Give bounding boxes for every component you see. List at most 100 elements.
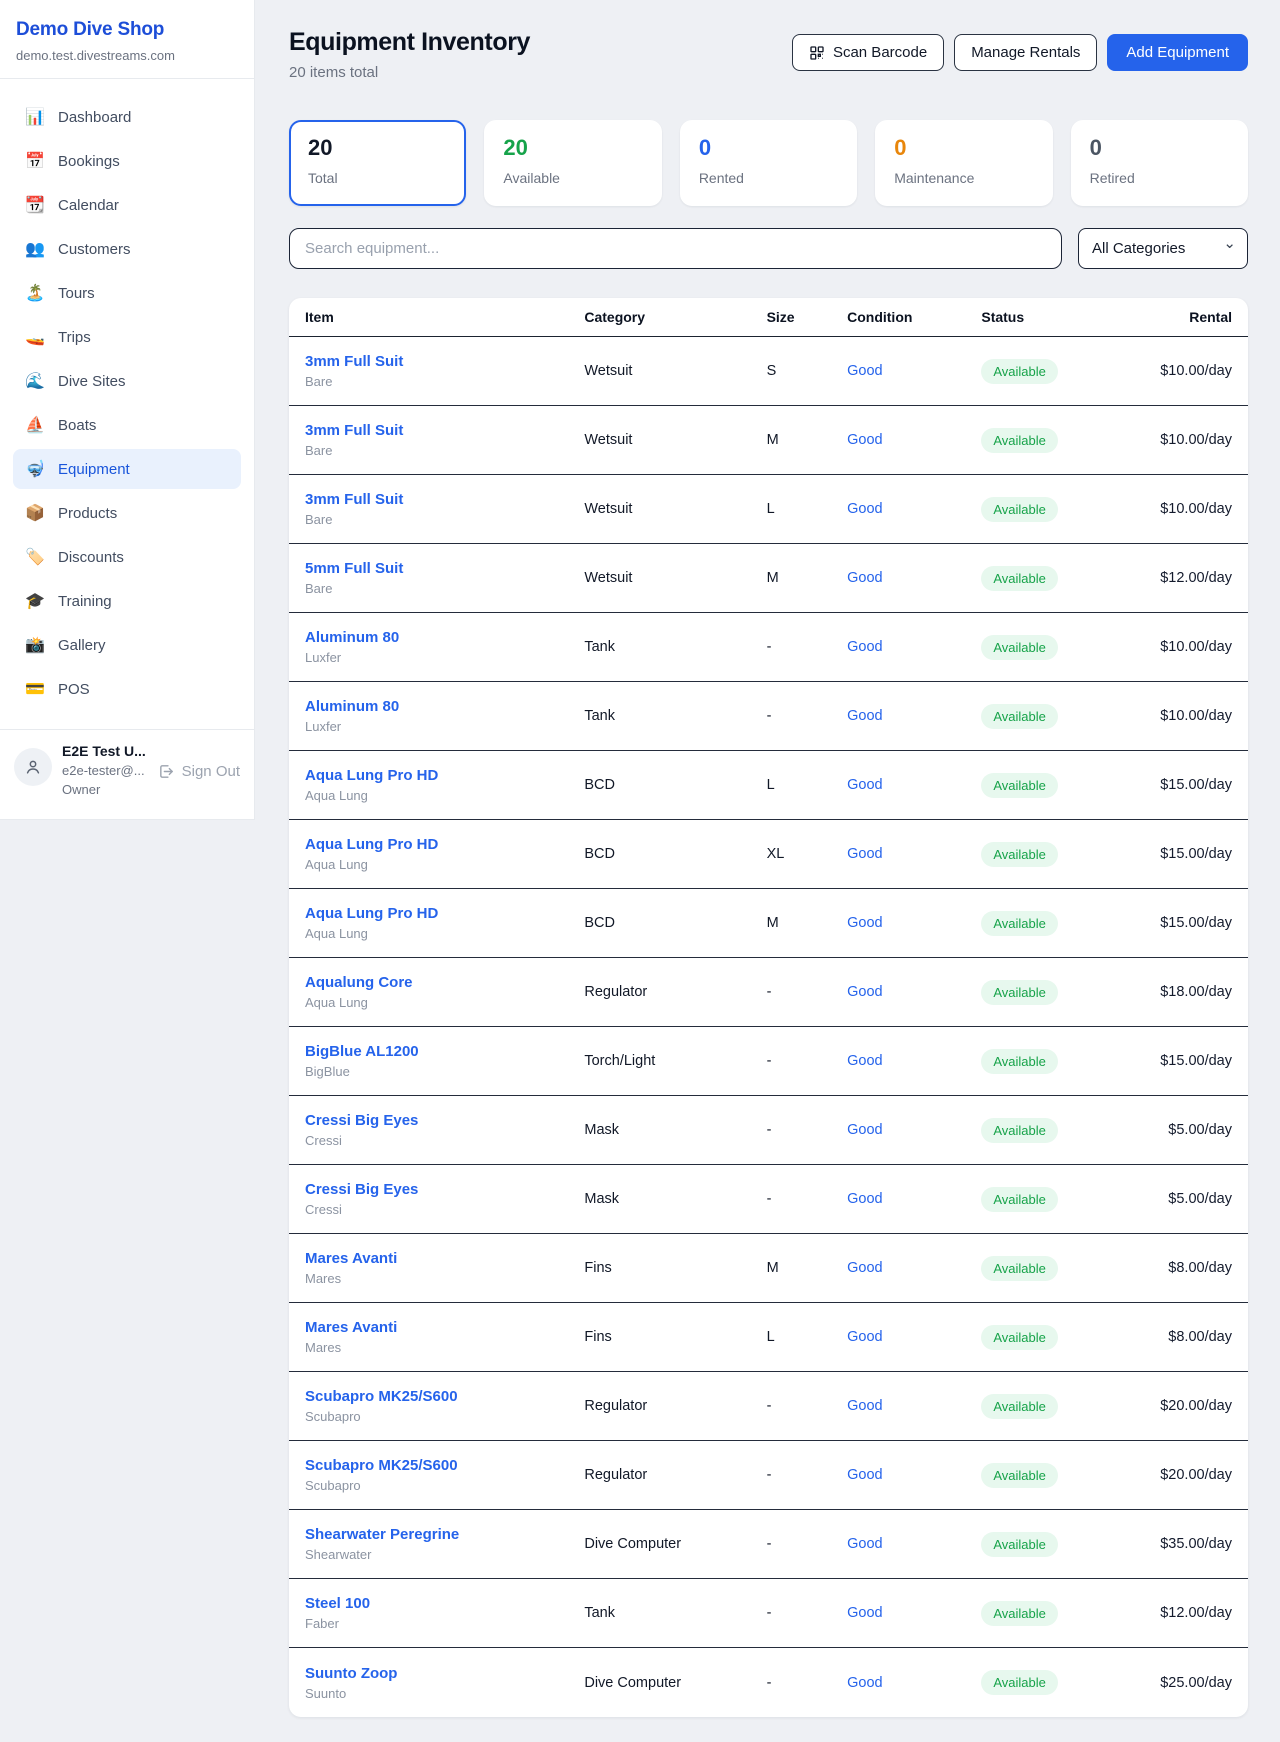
brand: Demo Dive Shop demo.test.divestreams.com bbox=[0, 0, 254, 78]
equipment-table: Item Category Size Condition Status Rent… bbox=[289, 298, 1248, 1717]
item-name-link[interactable]: Cressi Big Eyes bbox=[305, 1181, 584, 1198]
stat-card-retired[interactable]: 0 Retired bbox=[1071, 120, 1248, 206]
item-rental-rate: $18.00/day bbox=[1132, 984, 1248, 1000]
item-brand: Shearwater bbox=[305, 1547, 584, 1562]
item-name-link[interactable]: Aqua Lung Pro HD bbox=[305, 836, 584, 853]
sidebar-item-calendar[interactable]: 📆 Calendar bbox=[13, 185, 241, 225]
item-name-link[interactable]: Cressi Big Eyes bbox=[305, 1112, 584, 1129]
item-rental-rate: $10.00/day bbox=[1132, 363, 1248, 379]
sidebar-item-discounts[interactable]: 🏷️ Discounts bbox=[13, 537, 241, 577]
stat-value: 20 bbox=[308, 135, 447, 161]
table-row: Aqua Lung Pro HD Aqua Lung BCD L Good Av… bbox=[289, 751, 1248, 820]
sidebar-item-label: Dashboard bbox=[58, 109, 131, 126]
item-name-link[interactable]: Scubapro MK25/S600 bbox=[305, 1388, 584, 1405]
add-equipment-button[interactable]: Add Equipment bbox=[1107, 34, 1248, 71]
item-name-link[interactable]: Suunto Zoop bbox=[305, 1665, 584, 1682]
item-condition-link[interactable]: Good bbox=[847, 1467, 981, 1483]
qr-code-icon bbox=[809, 45, 825, 61]
item-rental-rate: $12.00/day bbox=[1132, 1605, 1248, 1621]
item-brand: Aqua Lung bbox=[305, 995, 584, 1010]
sign-out-button[interactable]: Sign Out bbox=[158, 763, 240, 780]
sidebar-item-gallery[interactable]: 📸 Gallery bbox=[13, 625, 241, 665]
stat-card-maintenance[interactable]: 0 Maintenance bbox=[875, 120, 1052, 206]
add-equipment-label: Add Equipment bbox=[1126, 44, 1229, 61]
scan-barcode-button[interactable]: Scan Barcode bbox=[792, 34, 944, 71]
item-rental-rate: $15.00/day bbox=[1132, 1053, 1248, 1069]
item-name-link[interactable]: 3mm Full Suit bbox=[305, 491, 584, 508]
stat-card-available[interactable]: 20 Available bbox=[484, 120, 661, 206]
stat-card-total[interactable]: 20 Total bbox=[289, 120, 466, 206]
item-condition-link[interactable]: Good bbox=[847, 777, 981, 793]
item-rental-rate: $12.00/day bbox=[1132, 570, 1248, 586]
item-condition-link[interactable]: Good bbox=[847, 570, 981, 586]
item-name-link[interactable]: Aqua Lung Pro HD bbox=[305, 905, 584, 922]
status-badge: Available bbox=[981, 773, 1058, 798]
brand-title[interactable]: Demo Dive Shop bbox=[16, 19, 238, 41]
island-icon: 🏝️ bbox=[24, 283, 46, 303]
table-row: Aqua Lung Pro HD Aqua Lung BCD M Good Av… bbox=[289, 889, 1248, 958]
item-name-link[interactable]: Aluminum 80 bbox=[305, 629, 584, 646]
item-size: L bbox=[767, 501, 848, 517]
item-name-link[interactable]: Aqualung Core bbox=[305, 974, 584, 991]
sidebar-item-equipment[interactable]: 🤿 Equipment bbox=[13, 449, 241, 489]
sidebar-item-training[interactable]: 🎓 Training bbox=[13, 581, 241, 621]
item-condition-link[interactable]: Good bbox=[847, 1260, 981, 1276]
item-name-link[interactable]: Steel 100 bbox=[305, 1595, 584, 1612]
item-name-link[interactable]: Aqua Lung Pro HD bbox=[305, 767, 584, 784]
item-condition-link[interactable]: Good bbox=[847, 501, 981, 517]
item-condition-link[interactable]: Good bbox=[847, 708, 981, 724]
item-name-link[interactable]: 5mm Full Suit bbox=[305, 560, 584, 577]
item-name-link[interactable]: 3mm Full Suit bbox=[305, 422, 584, 439]
item-name-link[interactable]: Aluminum 80 bbox=[305, 698, 584, 715]
item-condition-link[interactable]: Good bbox=[847, 1605, 981, 1621]
item-condition-link[interactable]: Good bbox=[847, 846, 981, 862]
item-condition-link[interactable]: Good bbox=[847, 1329, 981, 1345]
sidebar-item-dashboard[interactable]: 📊 Dashboard bbox=[13, 97, 241, 137]
item-name-link[interactable]: 3mm Full Suit bbox=[305, 353, 584, 370]
status-cell: Available bbox=[981, 980, 1132, 1005]
speedboat-icon: 🚤 bbox=[24, 327, 46, 347]
manage-rentals-button[interactable]: Manage Rentals bbox=[954, 34, 1097, 71]
item-condition-link[interactable]: Good bbox=[847, 984, 981, 1000]
sidebar-item-bookings[interactable]: 📅 Bookings bbox=[13, 141, 241, 181]
item-condition-link[interactable]: Good bbox=[847, 915, 981, 931]
stat-card-rented[interactable]: 0 Rented bbox=[680, 120, 857, 206]
sidebar-item-boats[interactable]: ⛵ Boats bbox=[13, 405, 241, 445]
customers-icon: 👥 bbox=[24, 239, 46, 259]
column-header-item: Item bbox=[289, 309, 584, 325]
item-name-link[interactable]: Scubapro MK25/S600 bbox=[305, 1457, 584, 1474]
item-size: L bbox=[767, 1329, 848, 1345]
status-badge: Available bbox=[981, 911, 1058, 936]
sidebar-item-dive-sites[interactable]: 🌊 Dive Sites bbox=[13, 361, 241, 401]
item-name-link[interactable]: Shearwater Peregrine bbox=[305, 1526, 584, 1543]
stat-label: Retired bbox=[1090, 170, 1229, 186]
item-condition-link[interactable]: Good bbox=[847, 1122, 981, 1138]
filter-row: All Categories bbox=[289, 228, 1248, 269]
item-condition-link[interactable]: Good bbox=[847, 1053, 981, 1069]
item-name-link[interactable]: BigBlue AL1200 bbox=[305, 1043, 584, 1060]
sidebar-item-trips[interactable]: 🚤 Trips bbox=[13, 317, 241, 357]
item-condition-link[interactable]: Good bbox=[847, 432, 981, 448]
item-category: BCD bbox=[584, 915, 766, 931]
item-cell: Aqua Lung Pro HD Aqua Lung bbox=[289, 767, 584, 803]
item-category: Mask bbox=[584, 1122, 766, 1138]
sidebar-item-customers[interactable]: 👥 Customers bbox=[13, 229, 241, 269]
item-condition-link[interactable]: Good bbox=[847, 1675, 981, 1691]
stat-value: 0 bbox=[894, 135, 1033, 161]
item-condition-link[interactable]: Good bbox=[847, 1536, 981, 1552]
sidebar-item-pos[interactable]: 💳 POS bbox=[13, 669, 241, 709]
item-cell: Mares Avanti Mares bbox=[289, 1250, 584, 1286]
item-name-link[interactable]: Mares Avanti bbox=[305, 1250, 584, 1267]
item-condition-link[interactable]: Good bbox=[847, 639, 981, 655]
item-size: - bbox=[767, 1122, 848, 1138]
sidebar-item-products[interactable]: 📦 Products bbox=[13, 493, 241, 533]
category-filter-select[interactable]: All Categories bbox=[1078, 228, 1248, 269]
sidebar-item-tours[interactable]: 🏝️ Tours bbox=[13, 273, 241, 313]
item-condition-link[interactable]: Good bbox=[847, 1191, 981, 1207]
item-condition-link[interactable]: Good bbox=[847, 1398, 981, 1414]
sidebar-item-label: Customers bbox=[58, 241, 131, 258]
item-category: Tank bbox=[584, 708, 766, 724]
item-condition-link[interactable]: Good bbox=[847, 363, 981, 379]
item-name-link[interactable]: Mares Avanti bbox=[305, 1319, 584, 1336]
search-input[interactable] bbox=[289, 228, 1062, 269]
